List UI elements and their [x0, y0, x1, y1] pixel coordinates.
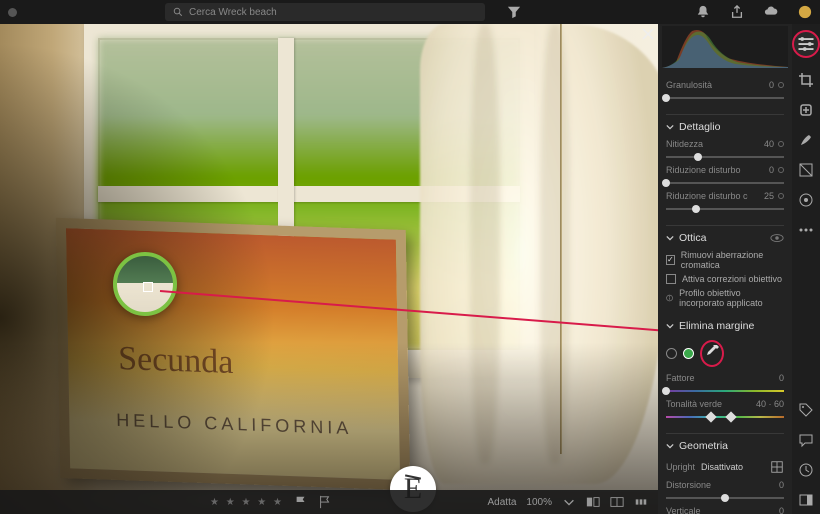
distortion-value: 0 — [762, 480, 784, 490]
chevron-down-icon — [666, 442, 674, 450]
bell-icon[interactable] — [696, 5, 710, 19]
fringe-header[interactable]: Elimina margine — [666, 314, 784, 336]
radial-gradient-icon[interactable] — [798, 192, 814, 208]
lens-checkbox[interactable]: Attiva correzioni obiettivo — [666, 272, 784, 286]
filmstrip-bar: ★ ★ ★ ★ ★ Adatta 100% — [0, 490, 658, 514]
profile-info: Profilo obiettivo incorporato applicato — [666, 286, 784, 310]
photo-canvas[interactable]: Secunda HELLO CALIFORNIA E ★ ★ ★ ★ ★ Ada… — [0, 24, 658, 514]
distortion-slider[interactable] — [666, 492, 784, 504]
chevron-down-icon — [666, 123, 674, 131]
optics-title: Ottica — [679, 232, 706, 244]
vertical-value: 0 — [762, 506, 784, 514]
keywords-icon[interactable] — [798, 402, 814, 418]
grain-value: 0 — [752, 80, 774, 90]
nr-slider[interactable] — [666, 177, 784, 189]
sharpness-reset[interactable] — [778, 141, 784, 147]
filmstrip-toggle-icon[interactable] — [634, 495, 648, 509]
nr-color-label: Riduzione disturbo colore — [666, 191, 748, 201]
distortion-label: Distorsione — [666, 480, 758, 490]
grid-view-icon[interactable] — [610, 495, 624, 509]
photo: Secunda HELLO CALIFORNIA — [0, 24, 658, 514]
comments-icon[interactable] — [798, 432, 814, 448]
hue-label: Tonalità verde — [666, 399, 744, 409]
linear-gradient-icon[interactable] — [798, 162, 814, 178]
sharpness-slider[interactable] — [666, 151, 784, 163]
chevron-down-icon[interactable] — [562, 495, 576, 509]
grain-slider[interactable] — [666, 92, 784, 104]
rating-stars[interactable]: ★ ★ ★ ★ ★ — [210, 497, 284, 508]
cloud-icon[interactable] — [764, 5, 778, 19]
filter-icon[interactable] — [507, 5, 521, 19]
vertical-label: Verticale — [666, 506, 758, 514]
info-icon — [666, 293, 673, 303]
guided-upright-icon[interactable] — [770, 460, 784, 474]
upright-label: Upright — [666, 462, 695, 472]
brush-icon[interactable] — [798, 132, 814, 148]
nr-color-value: 25 — [752, 191, 774, 201]
fringe-title: Elimina margine — [679, 320, 754, 332]
edit-panel: Granulosità 0 Dettaglio Nitidezza 40 — [658, 24, 792, 514]
amount-value: 0 — [762, 373, 784, 383]
eyedropper-icon[interactable] — [704, 344, 720, 360]
reject-icon[interactable] — [318, 495, 332, 509]
hue-value: 40 · 60 — [748, 399, 784, 409]
hue-slider[interactable] — [666, 411, 784, 423]
app-root: Cerca Wreck beach Secunda HELLO CALIFORN… — [0, 0, 820, 514]
body: Secunda HELLO CALIFORNIA E ★ ★ ★ ★ ★ Ada… — [0, 24, 820, 514]
optics-header[interactable]: Ottica — [666, 225, 784, 248]
panel-toggle-icon[interactable] — [798, 492, 814, 508]
eyedropper-highlight — [700, 340, 724, 367]
amount-slider[interactable] — [666, 385, 784, 397]
amount-label: Fattore — [666, 373, 758, 383]
zoom-value[interactable]: 100% — [526, 497, 552, 508]
flag-icon[interactable] — [294, 495, 308, 509]
compare-icon[interactable] — [586, 495, 600, 509]
chevron-down-icon — [666, 322, 674, 330]
sharpness-value: 40 — [752, 139, 774, 149]
heal-icon[interactable] — [798, 102, 814, 118]
activity-icon[interactable] — [798, 462, 814, 478]
detail-header[interactable]: Dettaglio — [666, 114, 784, 137]
eye-icon[interactable] — [770, 233, 784, 243]
histogram[interactable] — [662, 26, 788, 68]
close-icon[interactable] — [642, 28, 654, 40]
grain-reset[interactable] — [778, 82, 784, 88]
nr-reset[interactable] — [778, 167, 784, 173]
nr-value: 0 — [752, 165, 774, 175]
search-icon — [173, 7, 183, 17]
crop-icon[interactable] — [798, 72, 814, 88]
grain-label: Granulosità — [666, 80, 748, 90]
sharpness-label: Nitidezza — [666, 139, 748, 149]
search-placeholder: Cerca Wreck beach — [189, 7, 277, 18]
detail-title: Dettaglio — [679, 121, 720, 133]
geometry-header[interactable]: Geometria — [666, 433, 784, 456]
chevron-down-icon — [666, 234, 674, 242]
upright-select[interactable]: Disattivato — [701, 462, 764, 472]
top-bar: Cerca Wreck beach — [0, 0, 820, 24]
color-loupe[interactable] — [113, 252, 177, 316]
more-icon[interactable] — [798, 222, 814, 238]
user-icon[interactable] — [798, 5, 812, 19]
fringe-green-swatch[interactable] — [683, 348, 694, 359]
tool-strip — [792, 24, 820, 514]
fringe-purple-swatch[interactable] — [666, 348, 677, 359]
nr-color-reset[interactable] — [778, 193, 784, 199]
ca-checkbox[interactable]: ✓Rimuovi aberrazione cromatica — [666, 248, 784, 272]
share-icon[interactable] — [730, 5, 744, 19]
geometry-title: Geometria — [679, 440, 728, 452]
search-input[interactable]: Cerca Wreck beach — [165, 3, 485, 21]
fit-label[interactable]: Adatta — [488, 497, 517, 508]
nr-color-slider[interactable] — [666, 203, 784, 215]
edit-sliders-icon[interactable] — [792, 30, 820, 58]
window-dot[interactable] — [8, 8, 17, 17]
nr-label: Riduzione disturbo — [666, 165, 748, 175]
